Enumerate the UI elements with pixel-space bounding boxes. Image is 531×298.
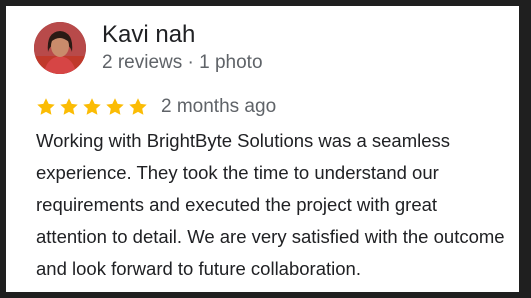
star-icon bbox=[129, 98, 147, 115]
star-icon bbox=[37, 98, 55, 115]
review-card: Kavi nah 2 reviews · 1 photo 2 months ag… bbox=[6, 6, 519, 292]
star-icon bbox=[83, 98, 101, 115]
star-icon bbox=[60, 98, 78, 115]
avatar-photo bbox=[34, 22, 86, 74]
review-time: 2 months ago bbox=[161, 96, 277, 117]
author-meta: 2 reviews · 1 photo bbox=[102, 52, 263, 73]
star-icon bbox=[106, 98, 124, 115]
review-text: Working with BrightByte Solutions was a … bbox=[36, 130, 505, 279]
author-avatar[interactable] bbox=[34, 22, 86, 74]
star-rating bbox=[35, 96, 149, 118]
rating-row: 2 months ago bbox=[35, 94, 276, 120]
author-name[interactable]: Kavi nah bbox=[102, 21, 195, 49]
